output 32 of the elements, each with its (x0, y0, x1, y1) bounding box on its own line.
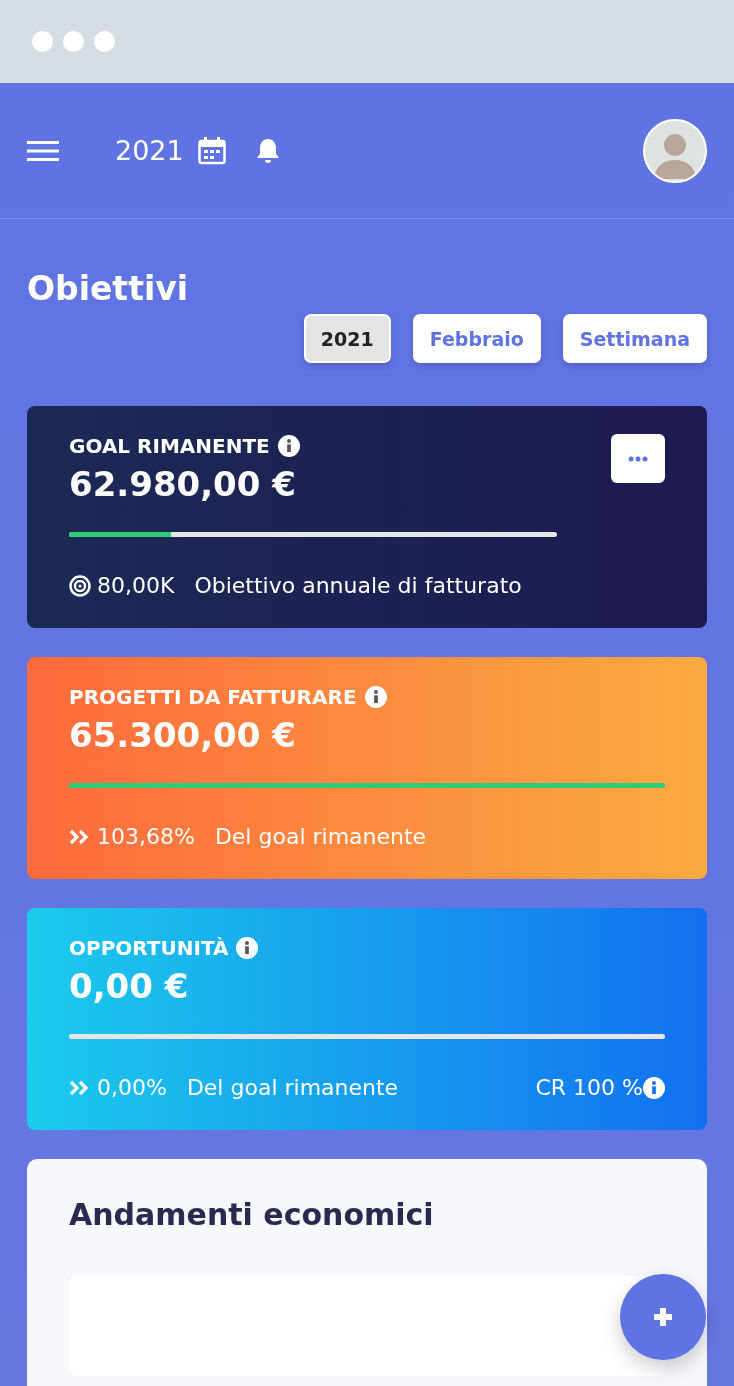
info-icon[interactable] (236, 937, 259, 959)
year-label[interactable]: 2021 (115, 135, 184, 166)
bell-icon[interactable] (255, 136, 280, 165)
more-dots-icon (628, 455, 648, 462)
info-icon[interactable] (277, 435, 300, 457)
more-button[interactable] (611, 434, 665, 483)
card-title: OPPORTUNITÀ (69, 936, 229, 960)
footer-value: 80,00K (97, 573, 175, 598)
plus-icon (653, 1307, 673, 1327)
filter-button[interactable]: Settimana (562, 314, 707, 363)
card-amount: 0,00 € (69, 966, 190, 1006)
footer-value: 103,68% (97, 824, 195, 849)
info-icon[interactable] (364, 686, 387, 708)
window-dot (94, 31, 115, 52)
card-title: GOAL RIMANENTE (69, 434, 270, 458)
target-icon (69, 574, 91, 597)
footer-text: Del goal rimanente (214, 824, 427, 849)
card-title: PROGETTI DA FATTURARE (69, 685, 357, 709)
card-amount: 62.980,00 € (69, 464, 297, 504)
calendar-icon[interactable] (197, 136, 226, 165)
window-dot (32, 31, 53, 52)
window-dot (63, 31, 84, 52)
footer-value: 0,00% (97, 1075, 167, 1100)
conversion-rate: CR 100 % (535, 1075, 643, 1100)
section-title: Andamenti economici (69, 1197, 435, 1232)
filter-button[interactable]: 2021 (303, 314, 391, 363)
footer-text: Del goal rimanente (186, 1075, 399, 1100)
footer-text: Obiettivo annuale di fatturato (194, 573, 522, 598)
filter-button[interactable]: Febbraio (412, 314, 541, 363)
menu-icon[interactable] (27, 139, 59, 162)
card-amount: 65.300,00 € (69, 715, 297, 755)
page-title: Obiettivi (27, 269, 190, 308)
